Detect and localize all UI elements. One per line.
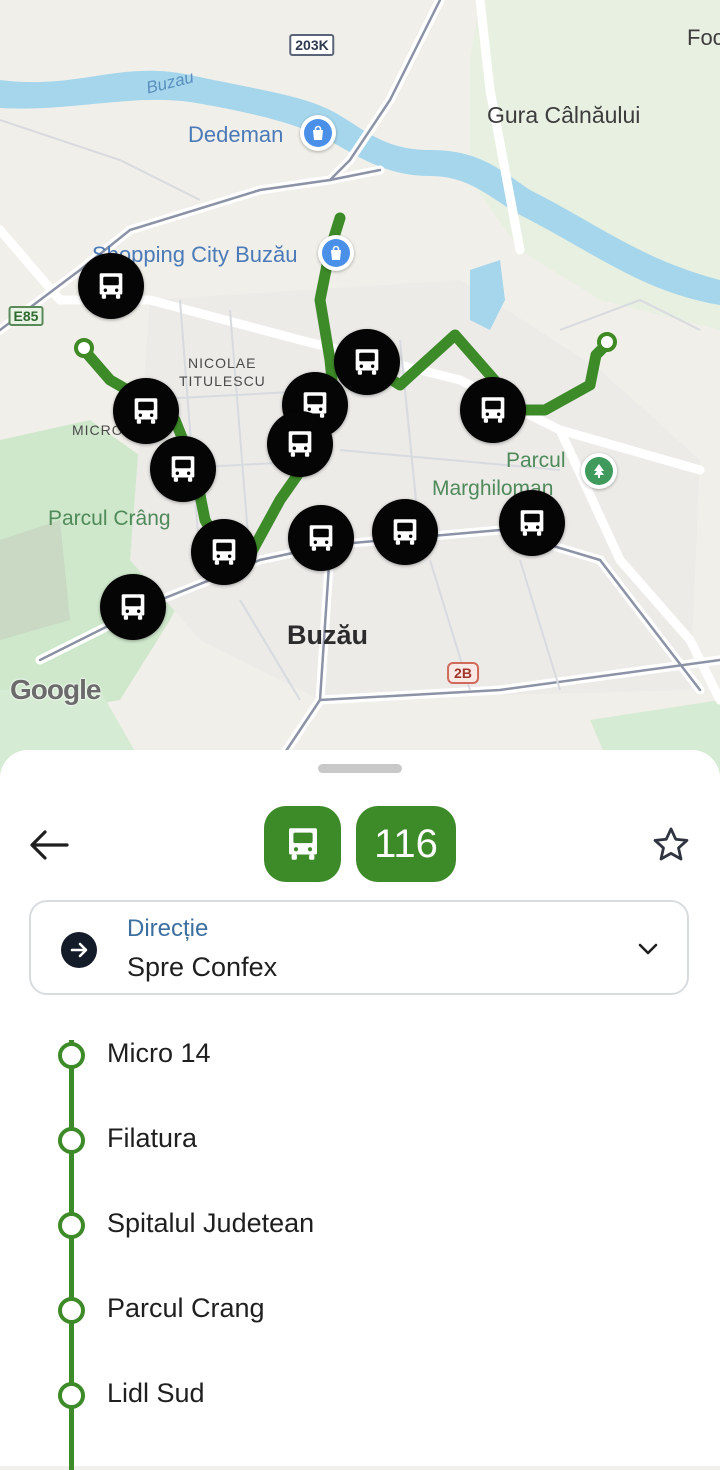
direction-selector[interactable]: Direcție Spre Confex xyxy=(29,900,689,995)
bus-icon[interactable] xyxy=(460,377,526,443)
stop-marker xyxy=(58,1042,85,1069)
bus-icon[interactable] xyxy=(113,378,179,444)
stop-item[interactable]: Filatura xyxy=(0,1111,720,1171)
tree-icon[interactable] xyxy=(581,453,617,489)
district-label-titulescu: TITULESCU xyxy=(179,373,266,389)
stop-marker xyxy=(58,1212,85,1239)
district-label-nicolae: NICOLAE xyxy=(188,355,257,371)
google-logo: Google xyxy=(10,674,101,705)
route-start-point xyxy=(74,338,94,358)
place-label-gura-calnaului: Gura Câlnăului xyxy=(487,102,641,128)
direction-label: Direcție xyxy=(127,915,209,942)
stop-item[interactable]: Micro 14 xyxy=(0,1026,720,1086)
route-end-point xyxy=(597,332,617,352)
stop-name: Lidl Sud xyxy=(107,1378,205,1408)
road-shield-203k: 203K xyxy=(289,34,335,56)
bus-icon[interactable] xyxy=(372,499,438,565)
favorite-button[interactable] xyxy=(644,818,698,872)
road-shield-2b: 2B xyxy=(447,662,479,684)
route-details-sheet: 116 Direcție Spre Confex Micro 14 Filatu… xyxy=(0,750,720,1470)
map-view[interactable]: Buzau Dedeman Shopping City Buzău Gura C… xyxy=(0,0,720,790)
shopping-bag-icon[interactable] xyxy=(318,235,354,271)
arrow-left-icon xyxy=(30,830,69,860)
direction-value: Spre Confex xyxy=(127,952,278,982)
arrow-right-icon xyxy=(61,932,97,968)
stop-name: Parcul Crang xyxy=(107,1293,265,1323)
stop-marker xyxy=(58,1127,85,1154)
stop-marker xyxy=(58,1382,85,1409)
route-number-badge: 116 xyxy=(356,806,456,882)
place-label-foc: Foc xyxy=(687,25,720,50)
shopping-bag-icon[interactable] xyxy=(300,115,336,151)
stop-marker xyxy=(58,1297,85,1324)
bus-icon[interactable] xyxy=(334,329,400,395)
stop-item[interactable]: Parcul Crang xyxy=(0,1281,720,1341)
star-outline-icon xyxy=(653,827,689,861)
bus-icon[interactable] xyxy=(150,436,216,502)
stop-name: Micro 14 xyxy=(107,1038,211,1068)
stop-item[interactable]: Spitalul Judetean xyxy=(0,1196,720,1256)
stop-name: Spitalul Judetean xyxy=(107,1208,315,1238)
back-button[interactable] xyxy=(24,820,74,870)
stop-name: Filatura xyxy=(107,1123,198,1153)
bus-icon xyxy=(288,828,317,860)
bus-icon[interactable] xyxy=(78,253,144,319)
bus-icon[interactable] xyxy=(499,490,565,556)
bus-icon[interactable] xyxy=(191,519,257,585)
city-label-buzau: Buzău xyxy=(287,620,368,650)
stop-item[interactable]: Lidl Sud xyxy=(0,1366,720,1426)
bus-icon[interactable] xyxy=(288,505,354,571)
sheet-drag-handle[interactable] xyxy=(318,764,402,773)
road-shield-e85: E85 xyxy=(8,306,44,326)
bus-icon[interactable] xyxy=(100,574,166,640)
park-label-parcul: Parcul xyxy=(506,449,566,472)
park-label-parcul-crang: Parcul Crâng xyxy=(48,507,171,530)
chevron-down-icon xyxy=(635,936,661,967)
route-type-badge xyxy=(264,806,341,882)
poi-label-dedeman[interactable]: Dedeman xyxy=(188,122,283,148)
bus-icon[interactable] xyxy=(267,411,333,477)
